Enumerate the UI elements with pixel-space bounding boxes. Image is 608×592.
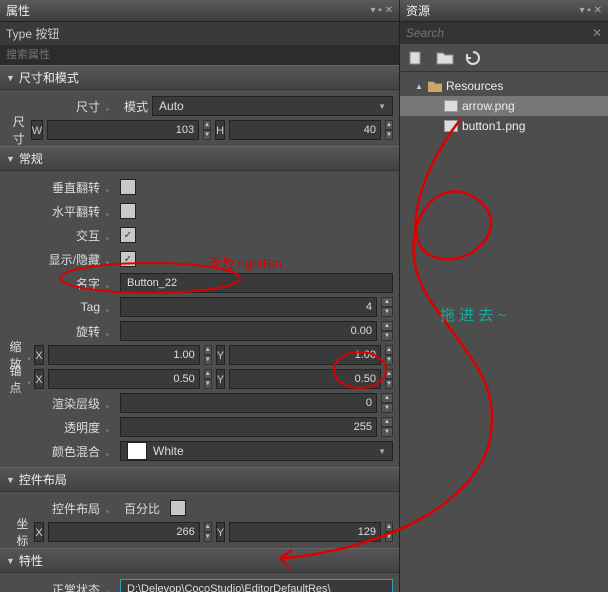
label-size2: 尺寸	[6, 113, 27, 147]
resources-panel-header: 资源 ▾ ▪ ✕	[400, 0, 608, 22]
width-spinner[interactable]: ▲▼	[203, 120, 211, 140]
label-size: 尺寸	[6, 98, 102, 115]
type-row: Type 按钮	[0, 22, 399, 45]
pin-icon[interactable]	[106, 278, 116, 288]
section-general[interactable]: ▼ 常规	[0, 146, 399, 171]
color-combo[interactable]: White ▼	[120, 441, 393, 461]
properties-title: 属性	[6, 2, 30, 19]
section-size[interactable]: ▼ 尺寸和模式	[0, 65, 399, 90]
refresh-icon[interactable]	[464, 50, 482, 66]
mode-combo[interactable]: Auto ▼	[152, 96, 393, 116]
pin-icon[interactable]	[106, 302, 116, 312]
visible-checkbox[interactable]: ✓	[120, 251, 136, 267]
resources-tree: ▲ Resources arrow.png button1.png	[400, 72, 608, 140]
chevron-down-icon: ▼	[378, 447, 386, 456]
hflip-checkbox[interactable]	[120, 203, 136, 219]
anchory-input[interactable]	[229, 369, 381, 389]
pin-icon[interactable]	[106, 254, 116, 264]
chevron-down-icon: ▼	[6, 556, 15, 566]
open-folder-icon[interactable]	[436, 50, 454, 66]
search-properties-input[interactable]	[0, 45, 399, 65]
section-layout[interactable]: ▼ 控件布局	[0, 467, 399, 492]
rotate-input[interactable]	[120, 321, 377, 341]
chevron-down-icon: ▼	[6, 154, 15, 164]
opacity-input[interactable]	[120, 417, 377, 437]
new-file-icon[interactable]	[408, 50, 426, 66]
pin-icon[interactable]	[28, 350, 31, 360]
pin-icon[interactable]	[28, 374, 31, 384]
pin-icon[interactable]	[106, 584, 116, 592]
color-swatch	[127, 442, 147, 460]
percent-checkbox[interactable]	[170, 500, 186, 516]
file-icon	[444, 100, 458, 112]
clear-icon[interactable]: ✕	[592, 26, 602, 40]
coordy-input[interactable]	[229, 522, 381, 542]
section-special[interactable]: ▼ 特性	[0, 548, 399, 573]
folder-icon	[428, 80, 442, 92]
normal-state-input[interactable]	[120, 579, 393, 592]
width-input[interactable]	[47, 120, 199, 140]
vflip-checkbox[interactable]	[120, 179, 136, 195]
resources-title: 资源	[406, 2, 430, 19]
tree-folder-resources[interactable]: ▲ Resources	[400, 76, 608, 96]
rotate-spinner[interactable]: ▲▼	[381, 321, 393, 341]
pin-icon[interactable]	[106, 182, 116, 192]
pin-icon[interactable]	[106, 206, 116, 216]
pin-icon[interactable]	[106, 503, 116, 513]
pin-icon[interactable]	[106, 326, 116, 336]
height-input[interactable]	[229, 120, 381, 140]
pin-icon[interactable]	[106, 446, 116, 456]
chevron-down-icon: ▼	[6, 73, 15, 83]
resources-search-input[interactable]	[406, 26, 592, 40]
tag-spinner[interactable]: ▲▼	[381, 297, 393, 317]
tree-file-arrow[interactable]: arrow.png	[400, 96, 608, 116]
pin-icon[interactable]	[106, 398, 116, 408]
pin-icon[interactable]	[106, 230, 116, 240]
pin-icon[interactable]	[106, 422, 116, 432]
tree-file-button1[interactable]: button1.png	[400, 116, 608, 136]
scaley-input[interactable]	[229, 345, 381, 365]
pin-icon[interactable]: ▾ ▪ ✕	[371, 5, 394, 16]
scalex-input[interactable]	[48, 345, 200, 365]
zorder-input[interactable]	[120, 393, 377, 413]
pin-icon[interactable]: ▾ ▪ ✕	[580, 5, 603, 16]
pin-icon[interactable]	[106, 101, 116, 111]
anchorx-input[interactable]	[48, 369, 200, 389]
chevron-down-icon: ▼	[378, 102, 386, 111]
interactive-checkbox[interactable]: ✓	[120, 227, 136, 243]
name-input[interactable]	[120, 273, 393, 293]
tag-input[interactable]	[120, 297, 377, 317]
chevron-down-icon: ▲	[414, 82, 424, 91]
height-spinner[interactable]: ▲▼	[385, 120, 393, 140]
coordx-input[interactable]	[48, 522, 200, 542]
file-icon	[444, 120, 458, 132]
properties-panel-header: 属性 ▾ ▪ ✕	[0, 0, 399, 22]
resources-toolbar	[400, 44, 608, 72]
chevron-down-icon: ▼	[6, 475, 15, 485]
